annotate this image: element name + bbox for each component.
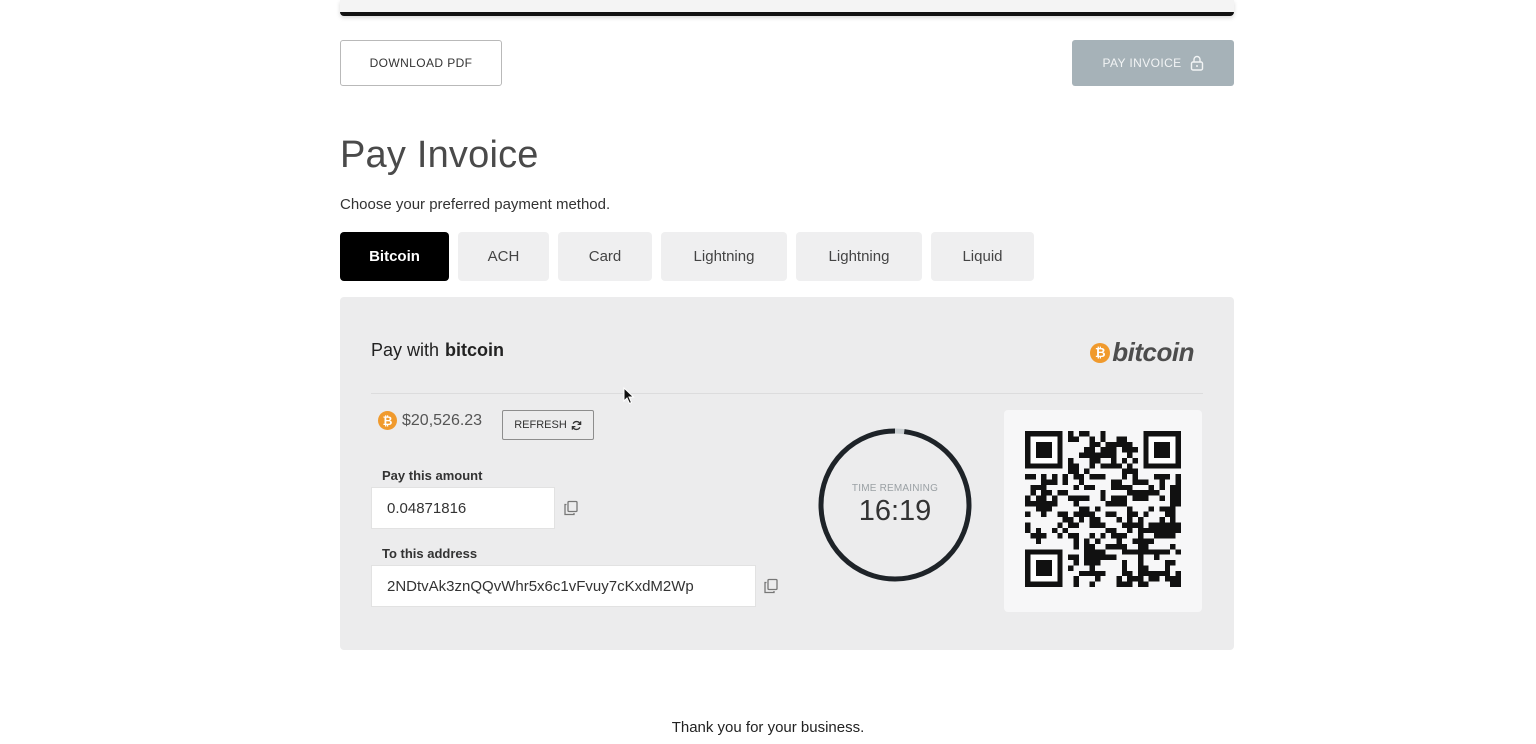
pay-with-prefix: Pay with bbox=[371, 340, 440, 360]
download-pdf-button[interactable]: DOWNLOAD PDF bbox=[340, 40, 502, 86]
page-subtitle: Choose your preferred payment method. bbox=[340, 196, 611, 213]
payment-method-tabs: Bitcoin ACH Card Lightning Lightning Liq… bbox=[340, 232, 1034, 281]
tab-label: Liquid bbox=[962, 248, 1003, 265]
bitcoin-icon: ₿ bbox=[378, 411, 397, 430]
copy-address-icon[interactable] bbox=[763, 578, 779, 594]
refresh-button[interactable]: REFRESH bbox=[502, 410, 594, 440]
tab-lightning-2[interactable]: Lightning bbox=[796, 232, 922, 281]
bitcoin-payment-panel: Pay with bitcoin ₿ bitcoin ₿ $20,526.23 R… bbox=[340, 297, 1234, 650]
btc-price: ₿ $20,526.23 bbox=[378, 411, 482, 430]
download-pdf-label: DOWNLOAD PDF bbox=[369, 56, 473, 70]
amount-field[interactable]: 0.04871816 bbox=[371, 487, 555, 529]
bitcoin-logo: ₿ bitcoin bbox=[1090, 337, 1194, 368]
tab-label: Card bbox=[588, 248, 622, 265]
address-label: To this address bbox=[382, 546, 478, 561]
page-title: Pay Invoice bbox=[340, 134, 539, 176]
refresh-label: REFRESH bbox=[514, 419, 567, 431]
bitcoin-wordmark: bitcoin bbox=[1112, 337, 1194, 367]
invoice-page: DOWNLOAD PDF PAY INVOICE Pay Invoice Cho… bbox=[0, 0, 1536, 744]
tab-bitcoin[interactable]: Bitcoin bbox=[340, 232, 449, 281]
panel-divider bbox=[371, 393, 1203, 394]
pay-with-heading: Pay with bitcoin bbox=[371, 340, 504, 361]
bitcoin-icon: ₿ bbox=[1090, 342, 1111, 363]
tab-liquid[interactable]: Liquid bbox=[931, 232, 1034, 281]
refresh-icon bbox=[571, 420, 582, 430]
tab-lightning[interactable]: Lightning bbox=[661, 232, 787, 281]
tab-label: Lightning bbox=[828, 248, 890, 265]
mouse-cursor-icon bbox=[623, 387, 635, 405]
pay-invoice-label: PAY INVOICE bbox=[1102, 56, 1182, 70]
qr-code bbox=[1025, 431, 1181, 587]
time-remaining-value: 16:19 bbox=[858, 495, 932, 527]
copy-amount-icon[interactable] bbox=[563, 500, 579, 516]
tab-label: ACH bbox=[487, 248, 520, 265]
pay-invoice-button[interactable]: PAY INVOICE bbox=[1072, 40, 1234, 86]
amount-label: Pay this amount bbox=[382, 468, 483, 483]
tab-card[interactable]: Card bbox=[558, 232, 652, 281]
tab-ach[interactable]: ACH bbox=[458, 232, 549, 281]
thank-you-message: Thank you for your business. bbox=[671, 719, 865, 736]
qr-card bbox=[1004, 410, 1202, 612]
address-field[interactable]: 2NDtvAk3znQQvWhr5x6c1vFvuy7cKxdM2Wp bbox=[371, 565, 756, 607]
pay-with-method: bitcoin bbox=[445, 340, 505, 360]
time-remaining-label: TIME REMAINING bbox=[851, 483, 939, 494]
tab-label: Lightning bbox=[693, 248, 755, 265]
lock-icon bbox=[1190, 55, 1203, 71]
tab-label: Bitcoin bbox=[369, 248, 420, 265]
btc-price-value: $20,526.23 bbox=[402, 411, 483, 429]
invoice-card-bottom-edge bbox=[340, 0, 1234, 16]
